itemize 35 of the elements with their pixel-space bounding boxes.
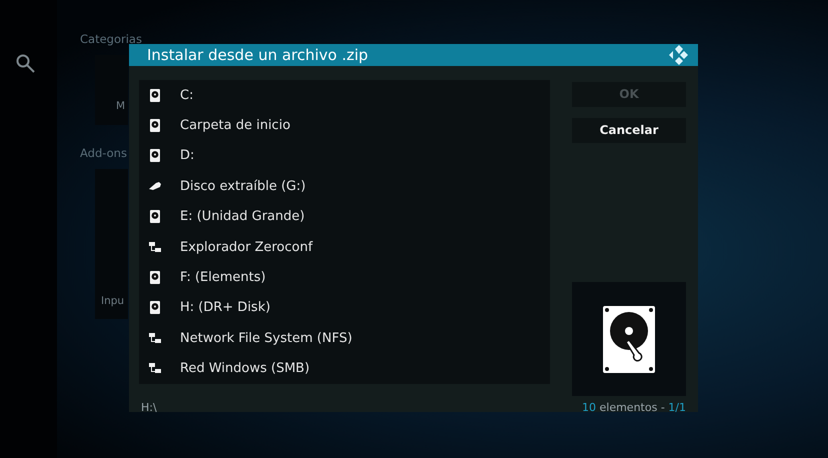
list-item[interactable]: C: [139,80,550,110]
hard-drive-icon [150,271,160,284]
hard-drive-icon [150,149,160,162]
section-title: Add-ons [80,145,127,162]
list-item[interactable]: Disco extraíble (G:) [139,171,550,202]
list-item[interactable]: Explorador Zeroconf [139,232,550,262]
search-icon[interactable] [16,54,35,73]
addon-tile[interactable]: Inpu [95,169,128,319]
page-indicator: 1/1 [668,401,686,414]
hard-drive-icon [150,301,160,314]
list-item[interactable]: E: (Unidad Grande) [139,202,550,232]
list-item[interactable]: D: [139,140,550,172]
tile-label: M [116,100,126,112]
list-item[interactable]: F: (Elements) [139,262,550,293]
path-label: H:\ [141,401,157,414]
cancel-button[interactable]: Cancelar [572,118,686,143]
tile-label: Inpu [101,295,124,307]
network-icon [149,363,161,374]
list-item[interactable]: H: (DR+ Disk) [139,292,550,324]
list-item[interactable]: Network File System (NFS) [139,323,550,354]
hard-drive-icon [150,88,160,102]
list-item[interactable]: Carpeta de inicio [139,110,550,141]
network-icon [149,332,161,344]
hard-drive-icon [603,306,655,372]
logo-icon [668,44,690,66]
items-label: elementos - [600,401,665,414]
hard-drive-icon [150,210,160,224]
dialog-title: Instalar desde un archivo .zip [147,46,368,64]
item-count: 10 [582,401,596,414]
addon-tile[interactable]: M [95,55,128,125]
hard-drive-icon [150,119,160,132]
section-title: Categorias [80,31,142,48]
list-item[interactable]: Red Windows (SMB) [139,354,550,384]
usb-stick-icon [149,182,161,190]
network-icon [149,242,161,253]
